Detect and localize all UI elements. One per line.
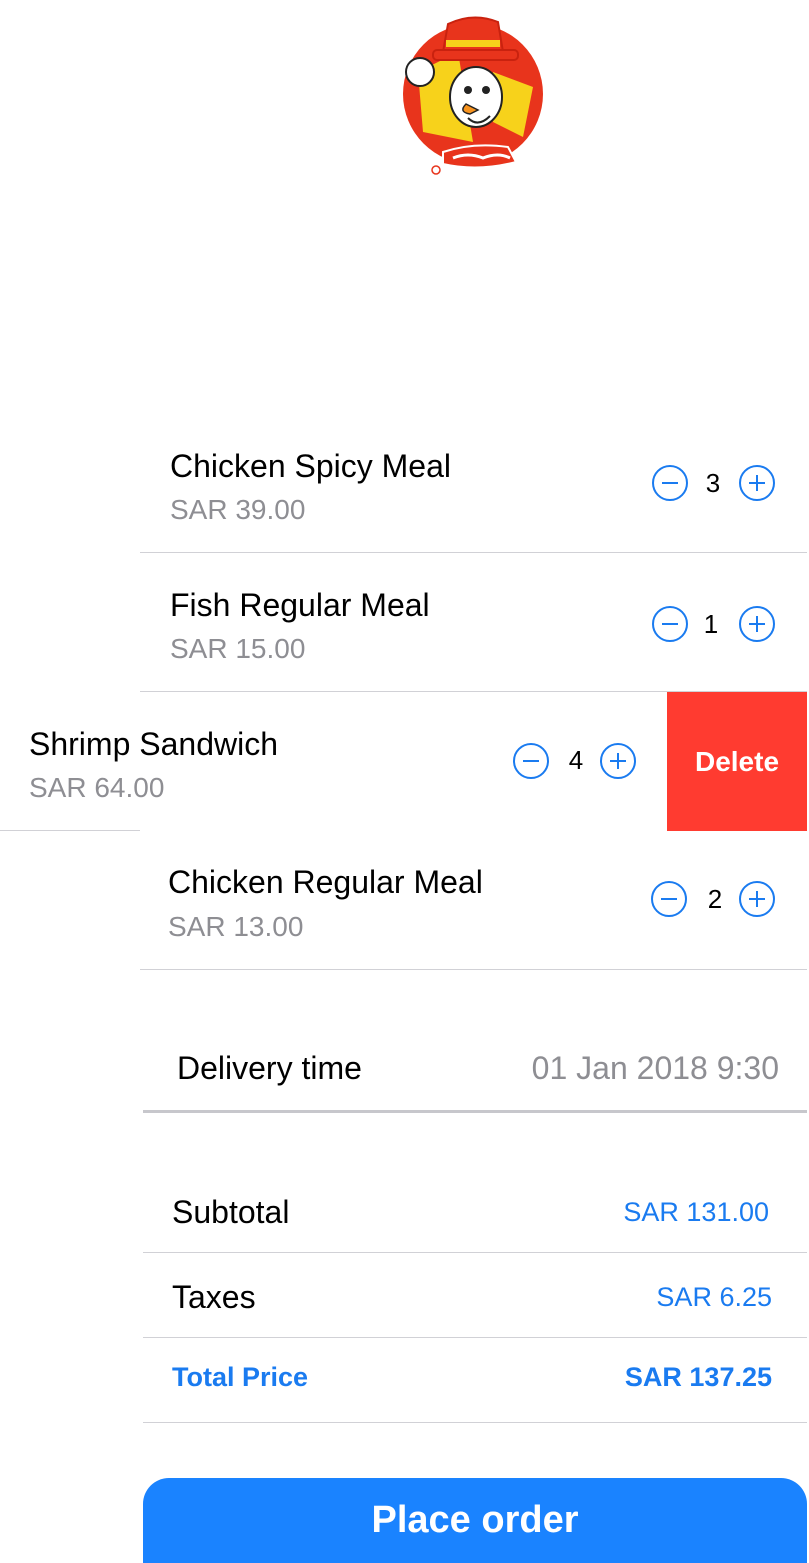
cart-item-shrimp-sandwich[interactable]: Shrimp Sandwich SAR 64.00 4 <box>0 692 667 830</box>
quantity-value: 1 <box>703 609 719 639</box>
total-price-label: Total Price <box>172 1362 309 1392</box>
decrement-button[interactable] <box>651 881 687 917</box>
subtotal-row: Subtotal SAR 131.00 <box>143 1170 807 1252</box>
increment-button[interactable] <box>600 743 636 779</box>
taxes-value: SAR 6.25 <box>656 1282 772 1312</box>
item-name: Shrimp Sandwich <box>29 726 278 762</box>
delivery-time-value[interactable]: 01 Jan 2018 9:30 <box>532 1050 779 1087</box>
cart-item-chicken-spicy-meal[interactable]: Chicken Spicy Meal SAR 39.00 3 <box>140 414 807 552</box>
item-name: Chicken Regular Meal <box>168 864 483 900</box>
place-order-button[interactable]: Place order <box>143 1478 807 1563</box>
divider <box>143 1422 807 1423</box>
divider <box>140 969 807 970</box>
increment-button[interactable] <box>739 465 775 501</box>
decrement-button[interactable] <box>652 465 688 501</box>
item-price: SAR 39.00 <box>170 494 306 525</box>
item-name: Chicken Spicy Meal <box>170 448 451 484</box>
delivery-time-row[interactable]: Delivery time 01 Jan 2018 9:30 <box>143 1030 807 1110</box>
delivery-divider <box>143 1110 807 1113</box>
cart-item-chicken-regular-meal[interactable]: Chicken Regular Meal SAR 13.00 2 <box>140 831 807 969</box>
delete-button[interactable]: Delete <box>667 692 807 831</box>
item-price: SAR 13.00 <box>168 911 304 942</box>
restaurant-logo-icon <box>401 16 545 175</box>
subtotal-value: SAR 131.00 <box>623 1197 769 1227</box>
item-price: SAR 15.00 <box>170 633 306 664</box>
subtotal-label: Subtotal <box>172 1194 290 1230</box>
delivery-time-label: Delivery time <box>177 1050 362 1086</box>
decrement-button[interactable] <box>652 606 688 642</box>
cart-item-fish-regular-meal[interactable]: Fish Regular Meal SAR 15.00 1 <box>140 553 807 691</box>
quantity-value: 2 <box>707 884 723 914</box>
increment-button[interactable] <box>739 881 775 917</box>
item-price: SAR 64.00 <box>29 772 165 803</box>
decrement-button[interactable] <box>513 743 549 779</box>
increment-button[interactable] <box>739 606 775 642</box>
quantity-value: 4 <box>568 745 584 775</box>
total-price-value: SAR 137.25 <box>624 1362 772 1392</box>
total-price-row: Total Price SAR 137.25 <box>143 1338 807 1422</box>
taxes-label: Taxes <box>172 1279 256 1315</box>
quantity-value: 3 <box>705 468 721 498</box>
divider <box>0 830 140 831</box>
item-name: Fish Regular Meal <box>170 587 430 623</box>
taxes-row: Taxes SAR 6.25 <box>143 1253 807 1337</box>
